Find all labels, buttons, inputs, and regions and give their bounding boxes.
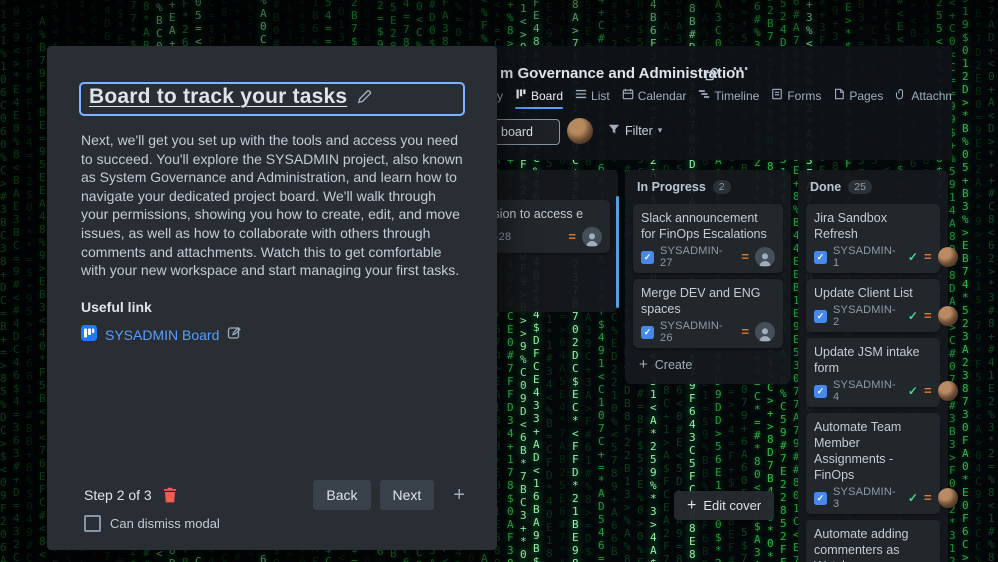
done-check-icon: ✓ xyxy=(908,384,918,398)
assignee-avatar[interactable] xyxy=(938,306,958,326)
calendar-tab-icon xyxy=(622,88,634,103)
board-tab-icon xyxy=(515,88,527,103)
card-key: SYSADMIN-26 xyxy=(660,320,729,344)
tab-board[interactable]: Board xyxy=(515,88,563,107)
board-logo-icon xyxy=(81,325,97,346)
column-count: 25 xyxy=(848,180,872,194)
step-indicator: Step 2 of 3 xyxy=(84,487,152,503)
task-type-icon: ✓ xyxy=(814,492,827,505)
board-card[interactable]: Update JSM intake form ✓ SYSADMIN-4 ✓ = xyxy=(806,338,940,407)
assignee-avatar[interactable] xyxy=(938,488,958,508)
priority-medium-icon: = xyxy=(741,252,749,262)
tab-summary-partial[interactable]: y xyxy=(497,89,503,107)
column-count: 2 xyxy=(713,180,731,194)
priority-medium-icon: = xyxy=(924,386,932,396)
modal-title: Board to track your tasks xyxy=(89,85,347,109)
tab-forms[interactable]: Forms xyxy=(771,88,821,107)
board-card[interactable]: Jira Sandbox Refresh ✓ SYSADMIN-1 ✓ = xyxy=(806,204,940,273)
useful-link-heading: Useful link xyxy=(81,299,463,315)
tab-calendar[interactable]: Calendar xyxy=(622,88,687,107)
card-title: Automate Team Member Assignments - FinOp… xyxy=(814,419,932,483)
user-avatar[interactable] xyxy=(567,118,593,144)
priority-medium-icon: = xyxy=(924,311,932,321)
pages-tab-icon xyxy=(833,88,845,103)
card-key: SYSADMIN-4 xyxy=(833,379,896,403)
filter-button[interactable]: Filter ▾ xyxy=(604,121,666,140)
board-card[interactable]: Merge DEV and ENG spaces ✓ SYSADMIN-26 = xyxy=(633,279,783,348)
card-title: Slack announcement for FinOps Escalation… xyxy=(641,210,775,242)
assignee-avatar[interactable] xyxy=(582,227,602,247)
dismiss-checkbox[interactable] xyxy=(84,515,101,532)
plus-icon: + xyxy=(639,359,648,371)
column-name: Done xyxy=(810,180,841,194)
card-title: Merge DEV and ENG spaces xyxy=(641,285,775,317)
board-card[interactable]: Automate adding commenters as Watchers ✓… xyxy=(806,520,940,562)
dismiss-label: Can dismiss modal xyxy=(110,516,220,531)
shapes-icon[interactable] xyxy=(705,67,719,86)
assignee-avatar[interactable] xyxy=(755,322,775,342)
useful-link-row: SYSADMIN Board xyxy=(79,325,465,346)
screen: # 1 $ 1 % 1 0 6 C 0 6 0 % C > # 3 B C 3 … xyxy=(0,0,998,562)
add-step-button[interactable]: + xyxy=(449,484,469,507)
assignee-avatar[interactable] xyxy=(755,247,775,267)
create-issue-button[interactable]: + Create xyxy=(633,354,783,376)
modal-title-field[interactable]: Board to track your tasks xyxy=(79,82,465,116)
card-key: SYSADMIN-27 xyxy=(660,245,729,269)
column-name: In Progress xyxy=(637,180,706,194)
card-key: SYSADMIN-2 xyxy=(833,304,896,328)
card-key: SYSADMIN-1 xyxy=(833,245,896,269)
delete-step-button[interactable] xyxy=(161,487,179,503)
assignee-avatar[interactable] xyxy=(938,247,958,267)
priority-medium-icon: = xyxy=(568,232,576,242)
done-check-icon: ✓ xyxy=(908,309,918,323)
column-scrollbar[interactable] xyxy=(616,196,619,308)
list-tab-icon xyxy=(575,88,587,103)
forms-tab-icon xyxy=(771,88,783,103)
task-type-icon: ✓ xyxy=(641,326,654,339)
board-column-done: Done 25 Jira Sandbox Refresh ✓ SYSADMIN-… xyxy=(798,170,948,562)
timeline-tab-icon xyxy=(698,88,710,103)
modal-body-text: Next, we'll get you set up with the tool… xyxy=(81,131,463,280)
chevron-down-icon: ▾ xyxy=(658,125,663,136)
priority-medium-icon: = xyxy=(924,493,932,503)
priority-medium-icon: = xyxy=(741,327,749,337)
attachments-tab-icon xyxy=(895,88,907,103)
task-type-icon: ✓ xyxy=(641,251,654,264)
done-check-icon: ✓ xyxy=(908,250,918,264)
tab-list[interactable]: List xyxy=(575,88,610,107)
plus-icon: + xyxy=(687,500,696,512)
board-card[interactable]: Automate Team Member Assignments - FinOp… xyxy=(806,413,940,514)
modal-footer: Step 2 of 3 Back Next + xyxy=(79,480,469,510)
edit-cover-button[interactable]: + Edit cover xyxy=(674,491,774,520)
edit-pencil-icon[interactable] xyxy=(357,89,372,109)
card-title: Automate adding commenters as Watchers xyxy=(814,526,932,562)
board-card[interactable]: Slack announcement for FinOps Escalation… xyxy=(633,204,783,273)
done-check-icon: ✓ xyxy=(908,491,918,505)
priority-medium-icon: = xyxy=(924,252,932,262)
more-menu-icon[interactable]: ⋯ xyxy=(732,59,750,79)
board-card[interactable]: Update Client List ✓ SYSADMIN-2 ✓ = xyxy=(806,279,940,332)
edit-link-icon[interactable] xyxy=(227,325,242,345)
tab-pages[interactable]: Pages xyxy=(833,88,883,107)
filter-funnel-icon xyxy=(608,123,620,138)
task-type-icon: ✓ xyxy=(814,385,827,398)
card-key: SYSADMIN-3 xyxy=(833,486,896,510)
sysadmin-board-link[interactable]: SYSADMIN Board xyxy=(105,327,219,343)
tab-timeline[interactable]: Timeline xyxy=(698,88,759,107)
project-tabs: y Board List Calendar Timeline Forms xyxy=(497,88,952,107)
onboarding-modal: Board to track your tasks Next, we'll ge… xyxy=(47,46,497,550)
assignee-avatar[interactable] xyxy=(938,381,958,401)
back-button[interactable]: Back xyxy=(313,480,370,510)
tab-attachments[interactable]: Attachments xyxy=(895,88,952,107)
card-title: Jira Sandbox Refresh xyxy=(814,210,932,242)
task-type-icon: ✓ xyxy=(814,310,827,323)
board-column-in-progress: In Progress 2 Slack announcement for Fin… xyxy=(625,170,791,384)
dismiss-option[interactable]: Can dismiss modal xyxy=(84,515,220,532)
task-type-icon: ✓ xyxy=(814,251,827,264)
next-button[interactable]: Next xyxy=(380,480,435,510)
card-title: Update Client List xyxy=(814,285,932,301)
card-title: Update JSM intake form xyxy=(814,344,932,376)
